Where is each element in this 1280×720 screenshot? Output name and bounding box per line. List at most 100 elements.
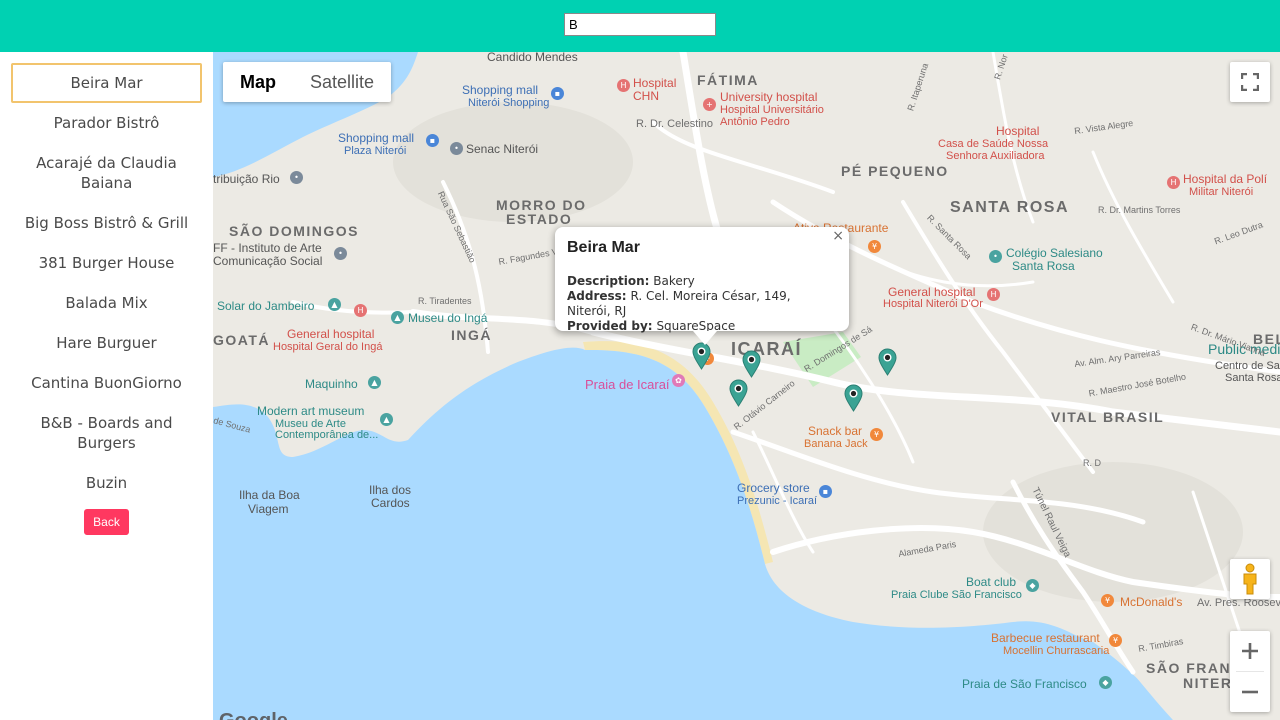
school-icon: • <box>450 142 463 155</box>
list-item[interactable]: Balada Mix <box>11 283 202 323</box>
list-item[interactable]: Parador Bistrô <box>11 103 202 143</box>
zoom-out-button[interactable] <box>1230 672 1270 712</box>
map-label: Maquinho <box>305 377 358 391</box>
shopping-icon: ▪ <box>551 87 564 100</box>
map-label: Viagem <box>248 502 289 516</box>
map-type-satellite-button[interactable]: Satellite <box>293 62 391 102</box>
map-label: Boat club <box>966 575 1017 589</box>
fullscreen-button[interactable] <box>1230 62 1270 102</box>
zoom-control <box>1230 631 1270 712</box>
map-label: Senac Niterói <box>466 142 539 156</box>
map-label: Prezunic - Icaraí <box>737 495 818 507</box>
list-item[interactable]: Beira Mar <box>11 63 202 103</box>
map-label: Senhora Auxiliadora <box>946 150 1045 162</box>
map-label: Candido Mendes <box>487 52 578 64</box>
restaurant-icon: ¥ <box>1101 594 1114 607</box>
map-label: Militar Niterói <box>1189 186 1254 198</box>
map-label: Grocery store <box>737 481 810 495</box>
hospital-icon: H <box>354 304 367 317</box>
place-list: Beira Mar Parador Bistrô Acarajé da Clau… <box>0 52 213 503</box>
map-label: Shopping mall <box>338 131 415 145</box>
map-label: General hospital <box>287 327 375 341</box>
map-label: Antônio Pedro <box>720 116 790 128</box>
map-label: Contemporânea de... <box>275 429 379 441</box>
info-address-label: Address: <box>567 289 627 303</box>
street-label: R. Tiradentes <box>418 296 472 306</box>
map-type-map-button[interactable]: Map <box>223 62 293 102</box>
minus-icon <box>1242 690 1258 694</box>
street-view-button[interactable] <box>1230 559 1270 599</box>
place-marker[interactable] <box>742 350 761 378</box>
map-label: PÉ PEQUENO <box>841 163 949 179</box>
list-item[interactable]: Big Boss Bistrô & Grill <box>11 203 202 243</box>
map-label: Shopping mall <box>462 83 539 97</box>
restaurant-icon: ¥ <box>868 240 881 253</box>
map-label: Comunicação Social <box>213 254 323 268</box>
map-label: Santa Rosa <box>1012 259 1075 273</box>
map[interactable]: Candido Mendes FÁTIMA H Hospital CHN Uni… <box>213 52 1280 720</box>
map-label: CHN <box>633 89 659 103</box>
map-label: SÃO DOMINGOS <box>229 223 360 239</box>
back-button[interactable]: Back <box>84 509 129 535</box>
info-description-label: Description: <box>567 274 650 288</box>
map-label: Santa Rosa <box>1225 372 1280 384</box>
map-label: University hospital <box>720 90 818 104</box>
restaurant-icon: ¥ <box>870 428 883 441</box>
museum-icon: ▲ <box>328 298 341 311</box>
grocery-icon: ▪ <box>819 485 832 498</box>
top-bar <box>0 0 1280 52</box>
close-icon[interactable]: × <box>832 228 844 244</box>
beach-icon: ◆ <box>1099 676 1112 689</box>
map-label: NITER <box>1183 675 1233 691</box>
map-type-control: Map Satellite <box>223 62 392 102</box>
google-logo: Google <box>219 710 288 720</box>
beach-icon: ✿ <box>672 374 685 387</box>
map-label: INGÁ <box>451 327 492 343</box>
map-label: Solar do Jambeiro <box>217 299 315 313</box>
info-description: Description: Bakery <box>567 274 837 289</box>
zoom-in-button[interactable] <box>1230 631 1270 671</box>
map-label: Barbecue restaurant <box>991 631 1100 645</box>
fullscreen-icon <box>1241 73 1259 91</box>
list-item[interactable]: Cantina BuonGiorno <box>11 363 202 403</box>
museum-icon: ▲ <box>391 311 404 324</box>
map-label: GOATÁ <box>213 332 271 348</box>
search-input[interactable] <box>564 13 716 36</box>
list-item[interactable]: Acarajé da Claudia Baiana <box>11 143 202 203</box>
place-marker[interactable] <box>878 348 897 376</box>
map-label: Hospital Niterói D'Or <box>883 298 983 310</box>
map-label: Niterói Shopping <box>468 97 550 109</box>
info-provider-value: SquareSpace <box>656 319 736 333</box>
hospital-icon: + <box>703 98 716 111</box>
map-label: Snack bar <box>808 424 863 438</box>
map-label: Hospital <box>996 124 1040 138</box>
list-item[interactable]: 381 Burger House <box>11 243 202 283</box>
boat-icon: ◆ <box>1026 579 1039 592</box>
list-item[interactable]: Hare Burguer <box>11 323 202 363</box>
map-label: SANTA ROSA <box>950 199 1069 216</box>
info-title: Beira Mar <box>567 239 640 256</box>
place-marker[interactable] <box>729 379 748 407</box>
map-label: Mocellin Churrascaria <box>1003 645 1110 657</box>
list-item[interactable]: B&B - Boards and Burgers <box>11 403 202 463</box>
list-item[interactable]: Buzin <box>11 463 202 503</box>
map-label: McDonald's <box>1120 595 1183 609</box>
map-label: Praia Clube São Francisco <box>891 589 1022 601</box>
map-label: tribuição Rio <box>213 172 280 186</box>
pegman-icon <box>1243 563 1257 595</box>
map-label: SÃO FRAN <box>1146 660 1232 676</box>
place-marker[interactable] <box>844 384 863 412</box>
restaurant-icon: ¥ <box>1109 634 1122 647</box>
map-label: Hospital da Polí <box>1183 172 1268 186</box>
info-provider-label: Provided by: <box>567 319 653 333</box>
hospital-icon: H <box>1167 176 1180 189</box>
map-label: VITAL BRASIL <box>1051 409 1165 425</box>
info-window: × Beira Mar Description: Bakery Address:… <box>555 227 849 345</box>
info-address: Address: R. Cel. Moreira César, 149, Nit… <box>567 289 837 319</box>
map-label: Plaza Niterói <box>344 145 407 157</box>
street-label: R. D <box>1083 458 1101 468</box>
map-label: Praia de São Francisco <box>962 677 1087 691</box>
info-description-value: Bakery <box>653 274 695 288</box>
map-label: Modern art museum <box>257 404 365 418</box>
place-marker[interactable] <box>692 342 711 370</box>
